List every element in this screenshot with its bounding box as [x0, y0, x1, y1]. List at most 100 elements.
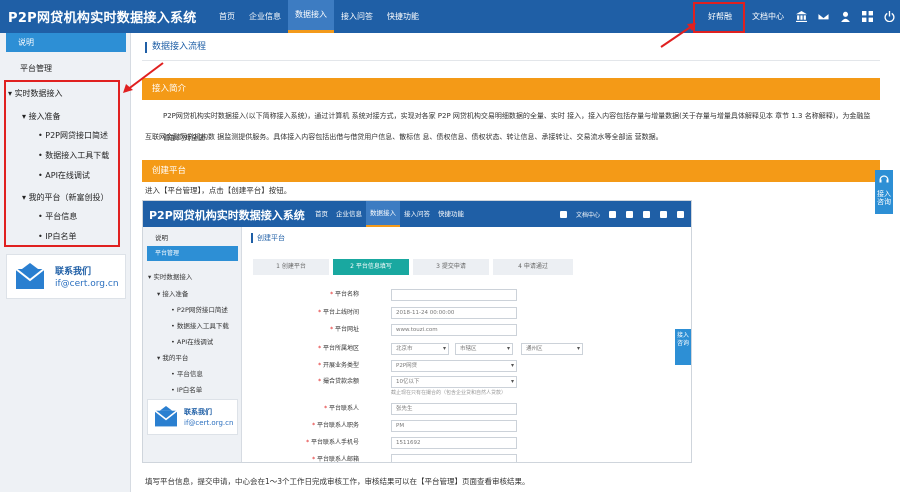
- section-header-create-platform: 创建平台: [142, 160, 880, 182]
- embedded-form-select: 10亿以下: [391, 376, 517, 388]
- embedded-side-platform: 平台管理: [147, 246, 238, 261]
- embedded-form-label: * 平台联系人职务: [312, 422, 359, 429]
- embedded-side-item: • API在线调试: [171, 338, 214, 346]
- embedded-nav-data-access: 数据接入: [366, 201, 400, 227]
- embedded-side-my: ▾ 我的平台: [157, 354, 189, 362]
- power-icon[interactable]: [878, 0, 900, 33]
- embedded-float-tab: 接入咨询: [675, 329, 691, 365]
- embedded-form-select: 北京市: [391, 343, 449, 355]
- embedded-form-label-text: 平台上线时间: [322, 309, 359, 316]
- embedded-form-row: * 平台网址 www.touzi.com: [251, 324, 691, 336]
- embedded-side-prep-label: 接入准备: [162, 290, 189, 298]
- intro-paragraph-line2: 互联网金融网贷机构数 据监测提供服务。具体接入内容包括出借与借贷用户信息、散标信…: [145, 133, 663, 141]
- embedded-side-item: • IP白名单: [171, 386, 203, 394]
- embedded-form-row: * 开展业务类型 P2P网贷: [251, 360, 691, 372]
- embedded-nav-company: 企业信息: [336, 210, 362, 218]
- sidebar-item-platform-mgmt[interactable]: 平台管理: [20, 63, 52, 74]
- embedded-form-row: * 平台联系人手机号 1511692: [251, 437, 691, 449]
- embedded-side-item: • 数据接入工具下载: [171, 322, 229, 330]
- embedded-form-input: 2018-11-24 00:00:00: [391, 307, 517, 319]
- embedded-power-icon: [677, 210, 684, 218]
- embedded-user-icon: [643, 210, 650, 218]
- embedded-side-my-label: 我的平台: [162, 354, 189, 362]
- embedded-form-label-text: 平台联系人邮箱: [316, 456, 359, 463]
- main-nav: 首页 企业信息 数据接入 接入问答 快捷功能: [212, 0, 426, 33]
- annotation-arrow-right: [660, 23, 696, 48]
- embedded-side-item: • P2P网贷接口简述: [171, 306, 228, 314]
- app-title: P2P网贷机构实时数据接入系统: [8, 11, 197, 26]
- submission-note: 填写平台信息，提交申请，中心会在1～3个工作日完成审核工作，审核结果可以在【平台…: [145, 477, 530, 486]
- embedded-top-bar: P2P网贷机构实时数据接入系统 首页 企业信息 数据接入 接入问答 快捷功能 文…: [143, 201, 691, 227]
- embedded-form-label: * 平台名称: [330, 291, 359, 298]
- embedded-nav-shortcuts: 快捷功能: [438, 210, 464, 218]
- embedded-side-prep-item-1: P2P网贷接口简述: [176, 306, 228, 314]
- embedded-form-row: * 平台联系人邮箱: [251, 454, 691, 463]
- nav-shortcuts[interactable]: 快捷功能: [380, 0, 426, 33]
- embedded-side-prep: ▾ 接入准备: [157, 290, 189, 298]
- embedded-form-row: * 平台联系人职务 PM: [251, 420, 691, 432]
- nav-faq[interactable]: 接入问答: [334, 0, 380, 33]
- nav-home[interactable]: 首页: [212, 0, 242, 33]
- sidebar-intro-button[interactable]: 说明: [6, 33, 126, 52]
- consult-float-tab[interactable]: 接入咨询: [875, 170, 893, 214]
- bank-icon[interactable]: [790, 0, 812, 33]
- embedded-form-label: * 平台联系人: [324, 405, 359, 412]
- embedded-sidebar: 说明 平台管理 ▾ 实时数据接入 ▾ 接入准备 • P2P网贷接口简述 • 数据…: [143, 227, 242, 462]
- embedded-form-input: PM: [391, 420, 517, 432]
- contact-card[interactable]: 联系我们 if@cert.org.cn: [6, 254, 126, 299]
- page-title: 数据接入流程: [145, 42, 206, 53]
- embedded-side-realtime-label: 实时数据接入: [153, 273, 193, 281]
- embedded-form-input: [391, 454, 517, 462]
- embedded-form-input: www.touzi.com: [391, 324, 517, 336]
- embedded-side-my-item-1: 平台信息: [176, 370, 203, 378]
- embedded-nav-home: 首页: [315, 210, 328, 218]
- embedded-bank-icon: [559, 210, 567, 218]
- embedded-nav: 首页 企业信息 数据接入 接入问答 快捷功能: [311, 201, 468, 227]
- embedded-side-prep-item-2: 数据接入工具下载: [176, 322, 229, 330]
- section-header-intro: 接入简介: [142, 78, 880, 100]
- embedded-form-label: * 平台所属地区: [318, 345, 359, 352]
- embedded-form-row: * 平台联系人 张先生: [251, 403, 691, 415]
- top-nav-bar: P2P网贷机构实时数据接入系统 首页 企业信息 数据接入 接入问答 快捷功能 好…: [0, 0, 900, 33]
- embedded-form-hint: 截止现在只有在撮合的（包含企业贷和自然人贷款）: [391, 390, 507, 396]
- highlight-box-sidebar: [4, 80, 120, 247]
- highlight-box-help: [693, 2, 745, 33]
- embedded-form-select: P2P网贷: [391, 360, 517, 372]
- embedded-form-label-text: 平台所属地区: [322, 345, 359, 352]
- embedded-form-row: * 平台上线时间 2018-11-24 00:00:00: [251, 307, 691, 319]
- embedded-form-select: 通州区: [521, 343, 583, 355]
- nav-data-access[interactable]: 数据接入: [288, 0, 334, 33]
- user-icon[interactable]: [834, 0, 856, 33]
- divider: [142, 60, 880, 61]
- embedded-form-label: * 平台上线时间: [318, 309, 359, 316]
- docs-center-link[interactable]: 文档中心: [746, 11, 790, 22]
- contact-email: if@cert.org.cn: [55, 279, 119, 289]
- embedded-form-label: * 平台联系人手机号: [306, 439, 359, 446]
- embedded-side-my-item-2: IP白名单: [176, 386, 203, 394]
- embedded-screenshot: P2P网贷机构实时数据接入系统 首页 企业信息 数据接入 接入问答 快捷功能 文…: [142, 200, 692, 463]
- embedded-step-4: 4 申请通过: [493, 259, 573, 275]
- embedded-form-label-text: 平台联系人手机号: [310, 439, 359, 446]
- nav-company-info[interactable]: 企业信息: [242, 0, 288, 33]
- create-platform-instruction: 进入【平台管理】，点击【创建平台】按钮。: [145, 186, 292, 195]
- embedded-form-input: 张先生: [391, 403, 517, 415]
- consult-float-tab-label: 接入咨询: [877, 190, 891, 206]
- embedded-step-3: 3 提交申请: [413, 259, 489, 275]
- envelope-icon: [15, 263, 45, 289]
- embedded-form-label-text: 平台联系人职务: [316, 422, 359, 429]
- embedded-docs-link: 文档中心: [575, 211, 600, 219]
- grid-icon[interactable]: [856, 0, 878, 33]
- embedded-side-prep-item-3: API在线调试: [176, 338, 214, 346]
- embedded-form-label: * 撮合贷款余额: [318, 378, 359, 385]
- annotation-arrow-left: [123, 62, 164, 93]
- embedded-side-realtime: ▾ 实时数据接入: [148, 273, 193, 281]
- embedded-form-label: * 平台网址: [330, 326, 359, 333]
- embedded-form-label-text: 平台名称: [334, 291, 359, 298]
- embedded-envelope-icon: [154, 406, 178, 427]
- embedded-form-label-text: 开展业务类型: [322, 362, 359, 369]
- mail-icon[interactable]: [812, 0, 834, 33]
- embedded-grid-icon: [660, 210, 667, 218]
- embedded-contact-title: 联系我们: [184, 408, 212, 416]
- embedded-form-input: [391, 289, 517, 301]
- embedded-form-label: * 开展业务类型: [318, 362, 359, 369]
